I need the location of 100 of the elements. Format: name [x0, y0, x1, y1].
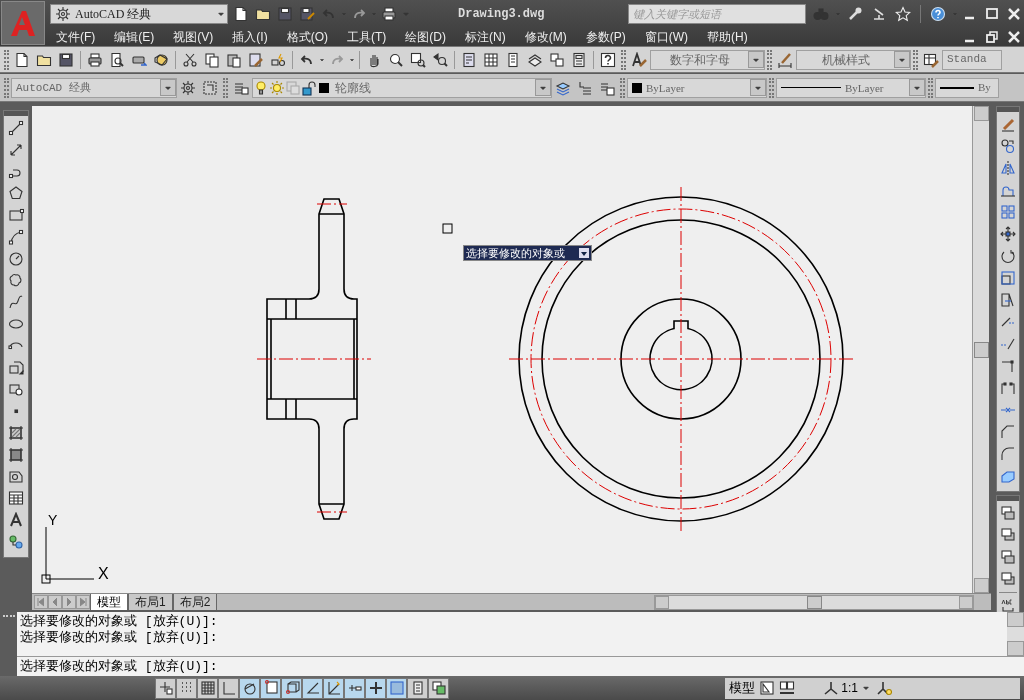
toolbar-grip[interactable]: [620, 77, 625, 98]
annotation-visibility-icon[interactable]: [876, 680, 892, 696]
menu-item[interactable]: 帮助(H): [707, 28, 748, 46]
menu-item[interactable]: 视图(V): [173, 28, 214, 46]
double-arrow-icon[interactable]: [8, 141, 24, 158]
menu-item[interactable]: 修改(M): [524, 28, 567, 46]
printer-icon[interactable]: [381, 6, 397, 22]
zoom-icon[interactable]: [388, 51, 404, 68]
annotation-scale-button[interactable]: 1:1: [823, 679, 872, 697]
layout-tab[interactable]: 布局2: [172, 594, 218, 610]
calculator-icon[interactable]: [571, 51, 587, 68]
new-file-icon[interactable]: [233, 6, 249, 22]
menu-item[interactable]: 工具(T): [347, 28, 387, 46]
hatch-icon[interactable]: [8, 425, 24, 442]
toolbar-grid-icon[interactable]: [202, 79, 218, 96]
folder-icon[interactable]: [255, 6, 271, 22]
menu-item[interactable]: 标注(N): [465, 28, 506, 46]
line-icon[interactable]: [8, 119, 24, 136]
break-icon[interactable]: [1000, 380, 1016, 396]
stretch-icon[interactable]: [1000, 292, 1016, 308]
toolbar-grip[interactable]: [4, 49, 9, 70]
scroll-thumb[interactable]: [806, 595, 822, 609]
block-icon[interactable]: [270, 51, 286, 68]
new-file-icon[interactable]: [14, 51, 30, 68]
save-as-icon[interactable]: [299, 6, 315, 22]
text-style-dropdown[interactable]: 数字和字母: [650, 49, 765, 70]
close-icon[interactable]: [1006, 6, 1022, 22]
menu-item[interactable]: 格式(O): [286, 28, 328, 46]
horizontal-scrollbar[interactable]: [654, 594, 974, 610]
gradient-icon[interactable]: [8, 446, 24, 463]
toolbar-grip[interactable]: [767, 49, 772, 70]
paste-icon[interactable]: [226, 51, 242, 68]
toolbar-grip[interactable]: [4, 77, 9, 98]
status-toggle-button[interactable]: [197, 677, 218, 699]
linetype-dropdown[interactable]: ByLayer: [776, 77, 926, 98]
draw-back-icon[interactable]: [1000, 571, 1016, 587]
table-style-icon[interactable]: [923, 51, 939, 68]
table-icon[interactable]: [8, 490, 24, 507]
arrow-down-icon[interactable]: [579, 248, 589, 258]
make-block-icon[interactable]: [8, 381, 24, 398]
chamfer-icon[interactable]: [1000, 424, 1016, 440]
wrench-icon[interactable]: [847, 6, 863, 22]
lineweight-dropdown[interactable]: By: [935, 77, 999, 98]
layout-tab[interactable]: 模型: [90, 594, 128, 610]
toolbar-grip[interactable]: [621, 49, 626, 70]
save-icon[interactable]: [277, 6, 293, 22]
spell-check-icon[interactable]: [1000, 597, 1016, 613]
draw-back-icon[interactable]: [1000, 527, 1016, 543]
status-toggle-button[interactable]: [323, 677, 344, 699]
explode-icon[interactable]: [1000, 468, 1016, 484]
move-icon[interactable]: [1000, 226, 1016, 242]
status-toggle-button[interactable]: [428, 677, 449, 699]
circle-icon[interactable]: [8, 250, 24, 267]
menu-item[interactable]: 绘图(D): [405, 28, 446, 46]
extend-icon[interactable]: [1000, 336, 1016, 352]
status-toggle-button[interactable]: [344, 677, 365, 699]
toolbar-grip[interactable]: [913, 49, 918, 70]
scroll-thumb[interactable]: [973, 341, 989, 358]
menu-item[interactable]: 窗口(W): [644, 28, 688, 46]
menu-item[interactable]: 参数(P): [585, 28, 626, 46]
status-toggle-button[interactable]: [302, 677, 323, 699]
status-toggle-button[interactable]: [176, 677, 197, 699]
insert-block-icon[interactable]: [8, 359, 24, 376]
vertical-scrollbar[interactable]: [972, 106, 989, 593]
array-icon[interactable]: [1000, 204, 1016, 220]
status-toggle-button[interactable]: [407, 677, 428, 699]
dim-style-icon[interactable]: [777, 51, 793, 68]
layout-tab[interactable]: 布局1: [128, 594, 173, 610]
copy-icon[interactable]: [204, 51, 220, 68]
help-box-icon[interactable]: [600, 51, 616, 68]
break-at-point-icon[interactable]: [1000, 358, 1016, 374]
draw-order-icon[interactable]: [1000, 549, 1016, 565]
arc-icon[interactable]: [8, 228, 24, 245]
status-toggle-button[interactable]: [260, 677, 281, 699]
gear-icon[interactable]: [55, 6, 71, 22]
help-icon[interactable]: [930, 6, 946, 22]
zoom-previous-icon[interactable]: [432, 51, 448, 68]
spline-icon[interactable]: [8, 294, 24, 311]
preview-icon[interactable]: [109, 51, 125, 68]
status-toggle-button[interactable]: [218, 677, 239, 699]
toolbar-grip[interactable]: [997, 107, 1019, 112]
scissors-icon[interactable]: [182, 51, 198, 68]
rotate-icon[interactable]: [1000, 248, 1016, 264]
workspace-dropdown[interactable]: AutoCAD 经典: [11, 77, 177, 98]
zoom-window-icon[interactable]: [410, 51, 426, 68]
toolbar-grip[interactable]: [769, 77, 774, 98]
add-selected-icon[interactable]: [8, 534, 24, 551]
close-icon[interactable]: [1006, 29, 1022, 45]
save-icon[interactable]: [58, 51, 74, 68]
status-toggle-button[interactable]: [155, 677, 176, 699]
mirror-icon[interactable]: [1000, 160, 1016, 176]
toolbar-grip[interactable]: [4, 111, 28, 116]
scale-icon[interactable]: [1000, 270, 1016, 286]
search-field[interactable]: 键入关键字或短语: [629, 5, 805, 23]
maximize-icon[interactable]: [984, 6, 1000, 22]
model-icon[interactable]: [759, 680, 776, 696]
dimension-style-dropdown[interactable]: 机械样式: [796, 49, 911, 70]
eraser-icon[interactable]: [1000, 116, 1016, 132]
copy-objects-icon[interactable]: [1000, 138, 1016, 154]
draw-order-icon[interactable]: [1000, 505, 1016, 521]
